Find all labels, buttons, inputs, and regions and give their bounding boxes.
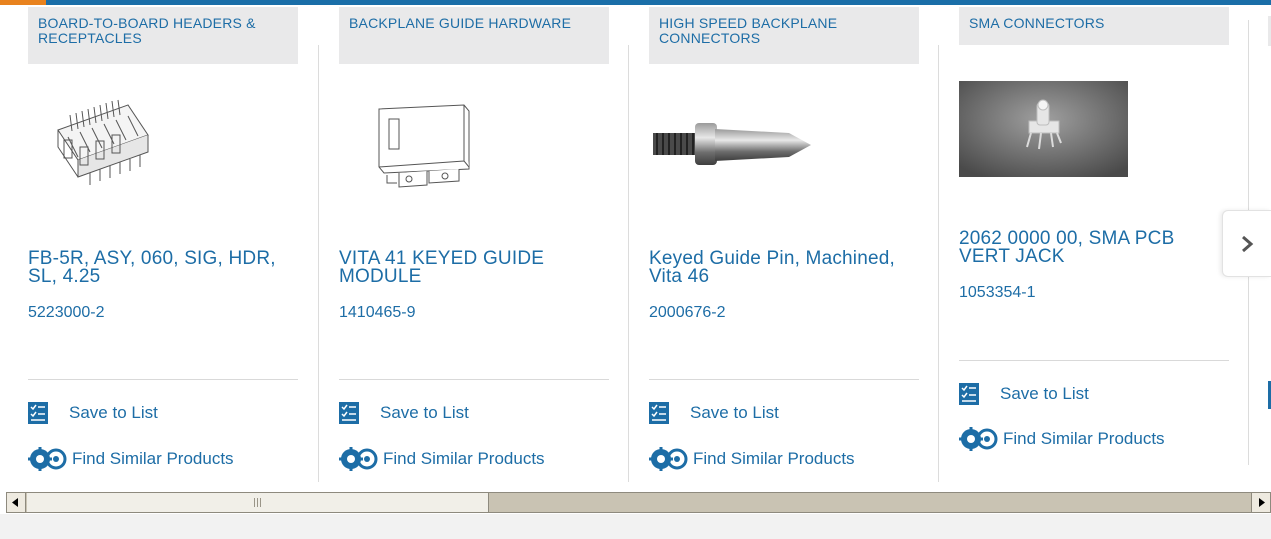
save-label: Save to List bbox=[69, 403, 158, 422]
card-separator bbox=[938, 45, 939, 482]
save-label: Save to List bbox=[690, 403, 779, 422]
gears-icon bbox=[959, 427, 998, 451]
gears-icon bbox=[28, 447, 67, 471]
find-similar-button[interactable]: Find Similar Products bbox=[28, 447, 234, 471]
product-card: SMA CONNECTORS 2062 0000 00, SMA PCB VER… bbox=[959, 7, 1229, 482]
part-number[interactable]: 2000676-2 bbox=[649, 304, 726, 322]
product-title[interactable]: VITA 41 KEYED GUIDE MODULE bbox=[339, 249, 609, 286]
arrow-left-icon bbox=[12, 498, 18, 507]
save-to-list-button[interactable]: Save to List bbox=[28, 402, 158, 424]
card-separator bbox=[318, 45, 319, 482]
find-similar-button[interactable]: Find Similar Products bbox=[959, 427, 1165, 451]
guide-module-image[interactable] bbox=[369, 99, 549, 209]
part-number[interactable]: 5223000-2 bbox=[28, 304, 105, 322]
gears-icon bbox=[649, 447, 688, 471]
header-connector-image[interactable] bbox=[50, 95, 230, 205]
checklist-icon bbox=[649, 402, 669, 424]
similar-label: Find Similar Products bbox=[1003, 429, 1165, 448]
save-to-list-button[interactable]: Save to List bbox=[959, 383, 1089, 405]
checklist-icon bbox=[28, 402, 48, 424]
horizontal-scrollbar[interactable] bbox=[6, 492, 1271, 513]
similar-label: Find Similar Products bbox=[72, 449, 234, 468]
category-label[interactable]: HIGH SPEED BACKPLANE CONNECTORS bbox=[649, 7, 919, 64]
sma-jack-image[interactable] bbox=[959, 81, 1128, 177]
part-number[interactable]: 1410465-9 bbox=[339, 304, 416, 322]
product-title[interactable]: Keyed Guide Pin, Machined, Vita 46 bbox=[649, 249, 919, 286]
save-label: Save to List bbox=[1000, 384, 1089, 403]
product-carousel: BOARD-TO-BOARD HEADERS & RECEPTACLES FB-… bbox=[0, 0, 1271, 490]
similar-label: Find Similar Products bbox=[693, 449, 855, 468]
category-label[interactable]: BOARD-TO-BOARD HEADERS & RECEPTACLES bbox=[28, 7, 298, 64]
product-title[interactable]: 2062 0000 00, SMA PCB VERT JACK bbox=[959, 229, 1229, 266]
carousel-next-button[interactable] bbox=[1222, 210, 1271, 277]
product-title[interactable]: FB-5R, ASY, 060, SIG, HDR, SL, 4.25 bbox=[28, 249, 298, 286]
divider bbox=[649, 379, 919, 380]
product-card: HIGH SPEED BACKPLANE CONNECTORS Keyed Gu… bbox=[649, 7, 919, 482]
divider bbox=[959, 360, 1229, 361]
divider bbox=[339, 379, 609, 380]
scroll-right-button[interactable] bbox=[1251, 493, 1270, 512]
save-to-list-button[interactable]: Save to List bbox=[339, 402, 469, 424]
divider bbox=[28, 379, 298, 380]
find-similar-button[interactable]: Find Similar Products bbox=[649, 447, 855, 471]
gears-icon bbox=[339, 447, 378, 471]
scrollbar-thumb[interactable] bbox=[27, 493, 489, 512]
card-separator bbox=[628, 45, 629, 482]
checklist-icon bbox=[959, 383, 979, 405]
chevron-right-icon bbox=[1242, 235, 1254, 252]
part-number[interactable]: 1053354-1 bbox=[959, 284, 1036, 302]
arrow-right-icon bbox=[1259, 498, 1265, 507]
similar-label: Find Similar Products bbox=[383, 449, 545, 468]
save-label: Save to List bbox=[380, 403, 469, 422]
save-to-list-button[interactable]: Save to List bbox=[649, 402, 779, 424]
product-card: BACKPLANE GUIDE HARDWARE VITA 41 KEYED G… bbox=[339, 7, 609, 482]
find-similar-button[interactable]: Find Similar Products bbox=[339, 447, 545, 471]
guide-pin-image[interactable] bbox=[649, 115, 829, 225]
grip-icon bbox=[253, 498, 262, 507]
scroll-left-button[interactable] bbox=[7, 493, 26, 512]
category-label[interactable]: SMA CONNECTORS bbox=[959, 7, 1229, 45]
category-label[interactable]: BACKPLANE GUIDE HARDWARE bbox=[339, 7, 609, 64]
checklist-icon bbox=[339, 402, 359, 424]
status-area bbox=[0, 514, 1271, 539]
product-card: BOARD-TO-BOARD HEADERS & RECEPTACLES FB-… bbox=[28, 7, 298, 482]
